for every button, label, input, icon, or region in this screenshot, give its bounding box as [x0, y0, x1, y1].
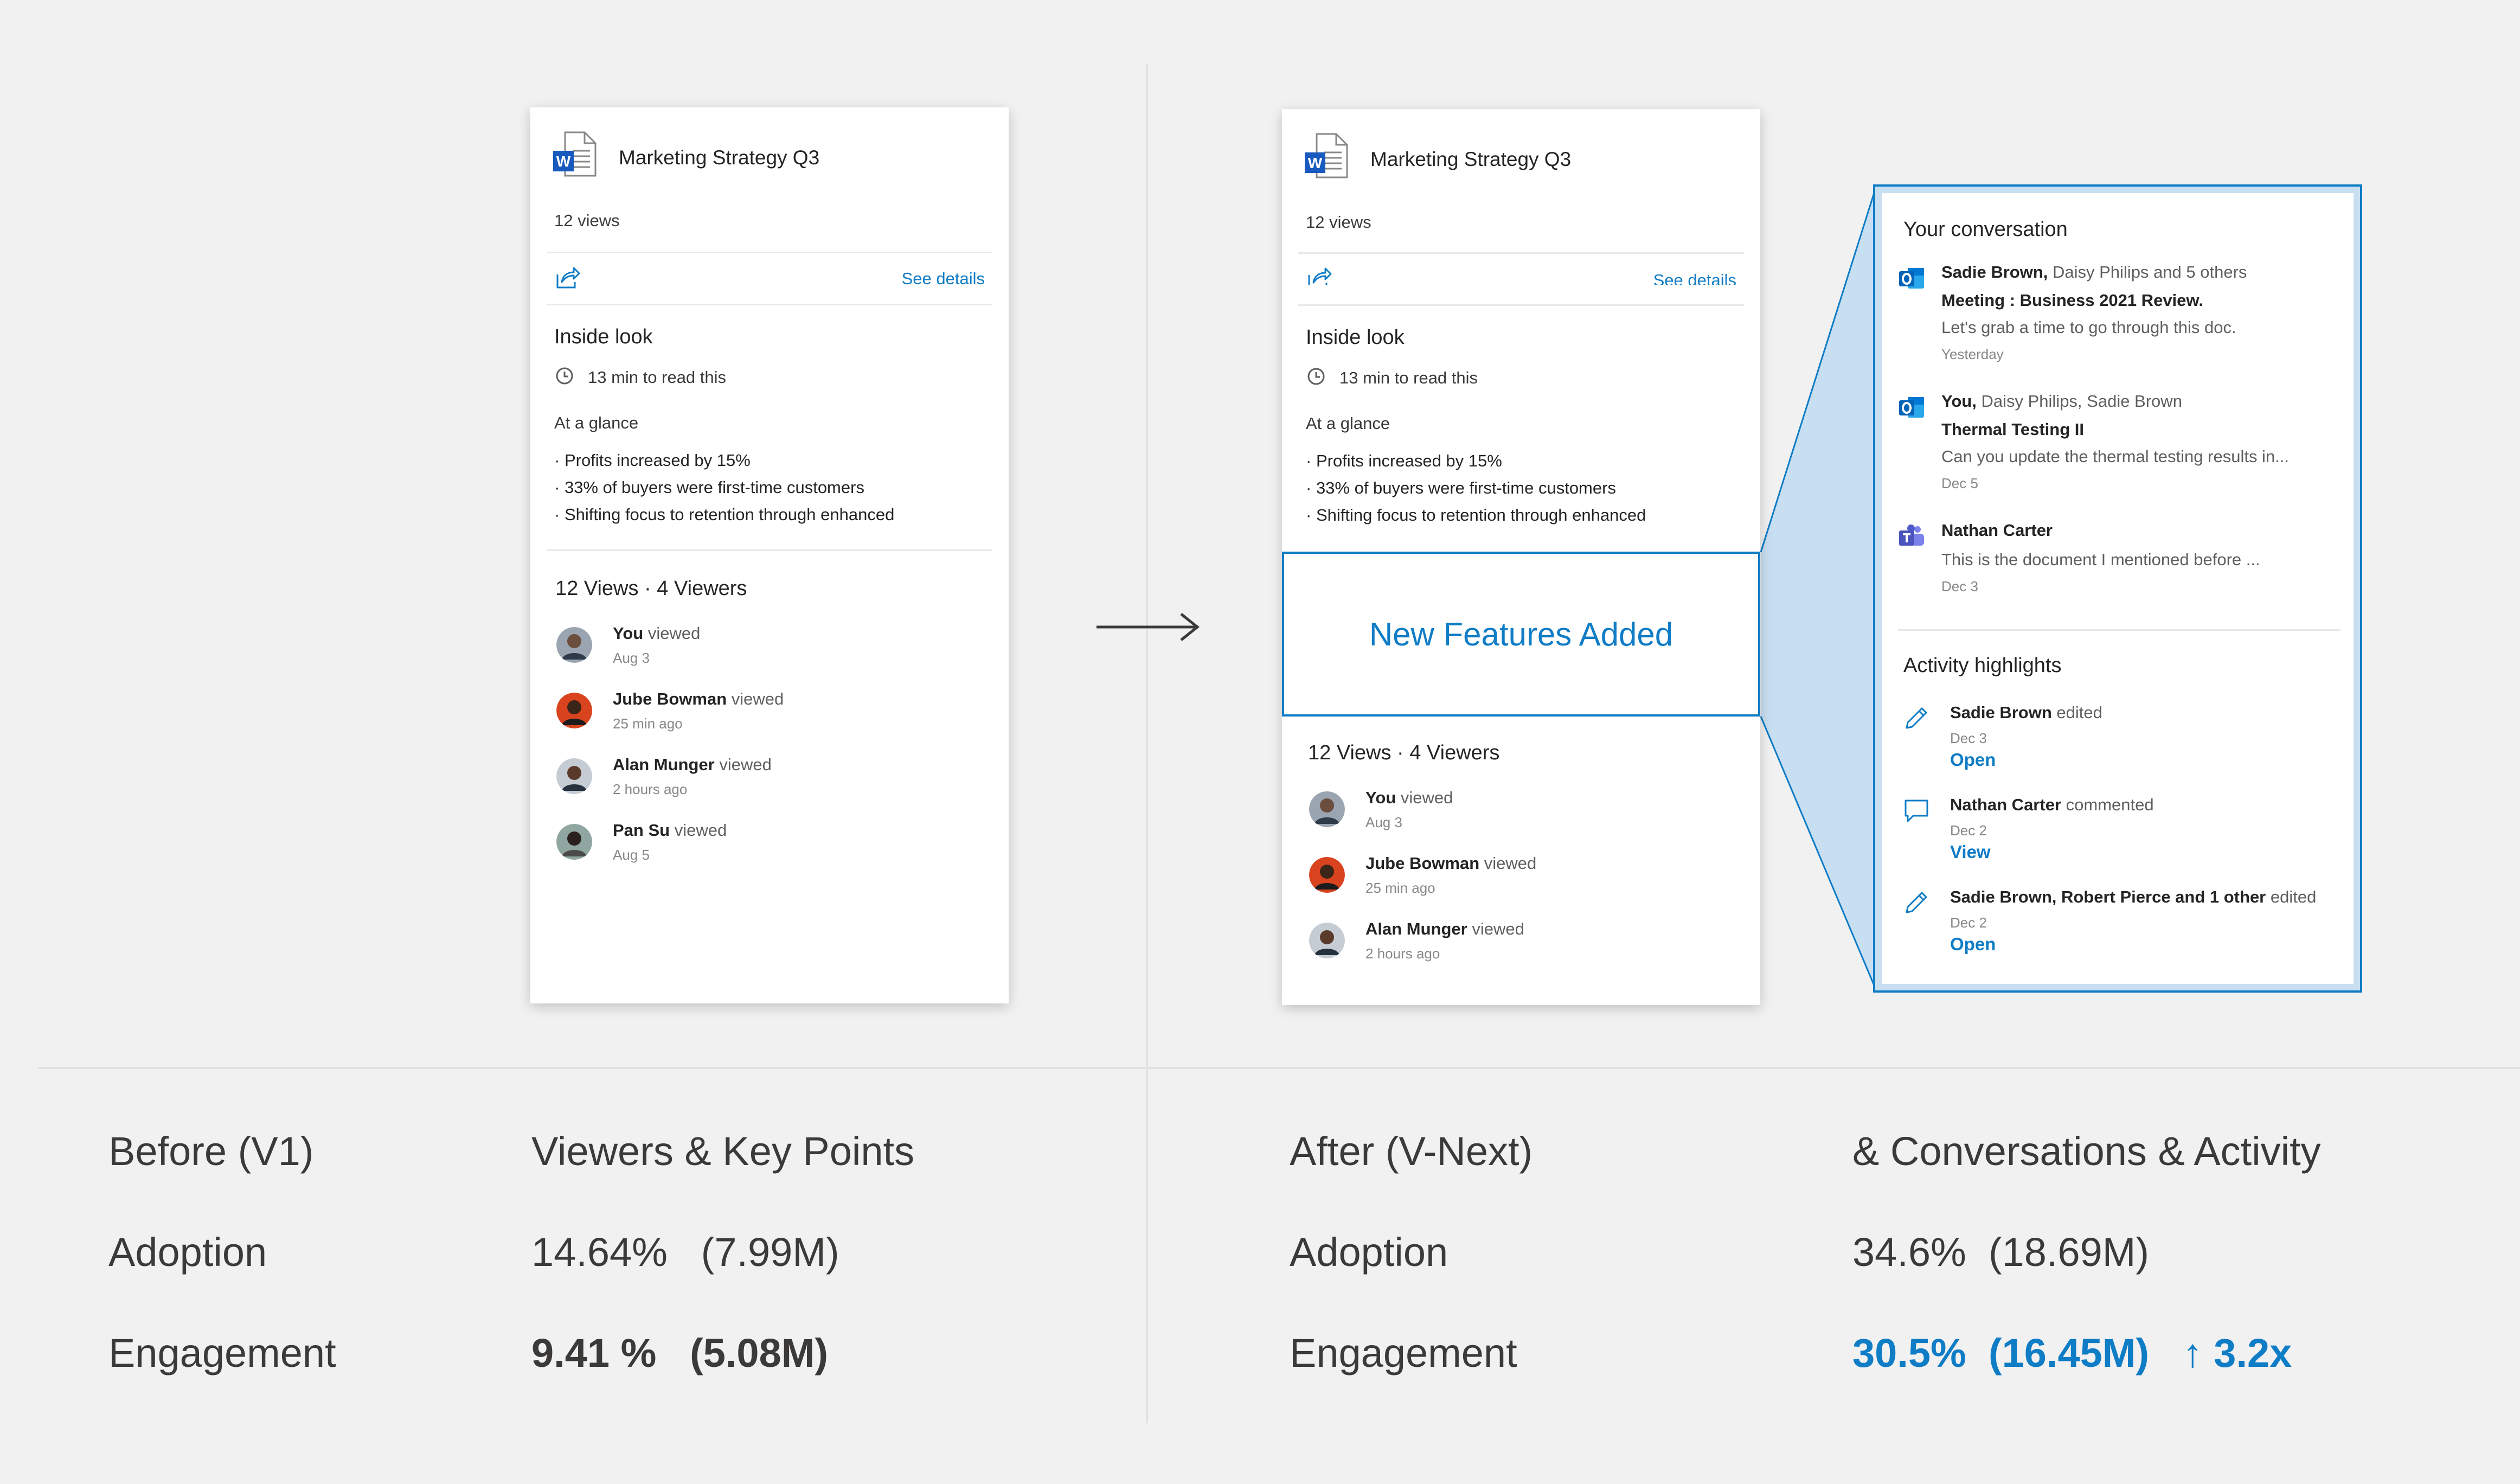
viewer-row[interactable]: You viewed Aug 3: [1309, 788, 1721, 842]
pencil-icon: [1906, 892, 1927, 913]
at-a-glance: At a glance: [1306, 414, 1390, 433]
viewer-row[interactable]: Pan Su viewed Aug 5: [556, 821, 969, 875]
view-link[interactable]: View: [1950, 842, 1991, 862]
adoption-label: Adoption: [1290, 1230, 1448, 1275]
glance-bullets: · Profits increased by 15% · 33% of buye…: [1306, 447, 1646, 529]
activity-item[interactable]: Sadie Brown edited Dec 3 Open: [1898, 703, 2343, 790]
share-icon[interactable]: [1306, 266, 1332, 285]
callout-connector: [1760, 187, 1877, 990]
after-label: After (V-Next): [1290, 1129, 1533, 1174]
after-engagement-value: 30.5% (16.45M) ↑ 3.2x: [1852, 1331, 2292, 1376]
conversation-panel: Your conversation Sadie Brown, Daisy Phi…: [1873, 184, 2362, 993]
avatar: [556, 824, 592, 860]
clock-icon: [556, 367, 573, 385]
word-icon: W: [1305, 133, 1348, 178]
conversation-item[interactable]: Sadie Brown, Daisy Philips and 5 others …: [1898, 263, 2343, 382]
viewer-row[interactable]: Alan Munger viewed 2 hours ago: [556, 755, 969, 809]
separator: [1298, 304, 1744, 306]
engagement-label: Engagement: [1290, 1331, 1517, 1376]
activity-heading: Activity highlights: [1903, 654, 2062, 677]
bullet-item: · 33% of buyers were first-time customer…: [554, 478, 864, 497]
open-link[interactable]: Open: [1950, 934, 1996, 955]
separator: [547, 549, 992, 551]
word-icon: W: [553, 131, 597, 177]
clock-icon: [1307, 368, 1325, 385]
after-description: & Conversations & Activity: [1852, 1129, 2321, 1174]
arrow-right-icon: [1097, 613, 1200, 641]
engagement-label: Engagement: [108, 1331, 336, 1376]
teams-icon: [1899, 524, 1924, 546]
avatar: [1309, 791, 1345, 827]
new-features-box: New Features Added: [1282, 552, 1760, 717]
before-engagement-value: 9.41 % (5.08M): [531, 1331, 829, 1376]
viewer-row[interactable]: Jube Bowman viewed 25 min ago: [556, 689, 969, 744]
viewer-row[interactable]: Jube Bowman viewed 25 min ago: [1309, 854, 1721, 908]
avatar: [556, 758, 592, 794]
conversation-heading: Your conversation: [1903, 218, 2068, 241]
growth-badge: ↑ 3.2x: [2182, 1331, 2292, 1376]
pencil-icon: [1906, 707, 1927, 729]
conversation-item[interactable]: You, Daisy Philips, Sadie Brown Thermal …: [1898, 392, 2343, 511]
separator: [547, 252, 992, 253]
glance-bullets: · Profits increased by 15% · 33% of buye…: [554, 447, 894, 528]
svg-text:W: W: [556, 153, 571, 170]
bullet-item: · Shifting focus to retention through en…: [554, 505, 895, 524]
bullet-item: · Profits increased by 15%: [1306, 451, 1502, 470]
avatar: [556, 627, 592, 663]
avatar: [556, 693, 592, 728]
adoption-label: Adoption: [108, 1230, 267, 1275]
inside-look-heading: Inside look: [554, 325, 653, 348]
vertical-divider: [1146, 64, 1148, 1423]
read-time: 13 min to read this: [588, 368, 727, 387]
see-details-link[interactable]: See details: [1653, 271, 1736, 285]
doc-title[interactable]: Marketing Strategy Q3: [1370, 148, 1571, 171]
views-count: 12 views: [554, 211, 620, 230]
inside-look-heading: Inside look: [1306, 326, 1405, 349]
avatar: [1309, 923, 1345, 958]
viewer-row[interactable]: Alan Munger viewed 2 hours ago: [1309, 919, 1721, 974]
after-adoption-value: 34.6% (18.69M): [1852, 1230, 2150, 1275]
read-time: 13 min to read this: [1339, 368, 1478, 387]
bullet-item: · Profits increased by 15%: [554, 451, 751, 470]
separator: [1898, 629, 2341, 631]
see-details-link[interactable]: See details: [902, 269, 985, 289]
viewers-heading: 12 Views · 4 Viewers: [555, 577, 747, 600]
doc-title[interactable]: Marketing Strategy Q3: [619, 146, 819, 169]
new-features-label: New Features Added: [1369, 616, 1673, 653]
before-card: W Marketing Strategy Q3 12 views See det…: [530, 107, 1009, 1003]
conversation-item[interactable]: Nathan Carter This is the document I men…: [1898, 521, 2343, 607]
views-count: 12 views: [1306, 213, 1371, 232]
after-card: W Marketing Strategy Q3 12 views See det…: [1282, 109, 1760, 1005]
before-label: Before (V1): [108, 1129, 314, 1174]
horizontal-divider: [38, 1067, 2520, 1069]
svg-text:W: W: [1308, 155, 1323, 171]
activity-item[interactable]: Nathan Carter commented Dec 2 View: [1898, 795, 2343, 882]
separator: [1298, 252, 1744, 254]
viewer-row[interactable]: You viewed Aug 3: [556, 624, 969, 678]
activity-item[interactable]: Sadie Brown, Robert Pierce and 1 other e…: [1898, 887, 2343, 974]
separator: [547, 304, 992, 305]
share-icon[interactable]: [554, 266, 580, 290]
before-description: Viewers & Key Points: [531, 1129, 915, 1174]
bullet-item: · 33% of buyers were first-time customer…: [1306, 478, 1616, 497]
avatar: [1309, 857, 1345, 893]
outlook-icon: [1899, 268, 1924, 289]
details-row-clipped: See details: [1282, 266, 1760, 285]
at-a-glance: At a glance: [554, 413, 639, 432]
bullet-item: · Shifting focus to retention through en…: [1306, 506, 1646, 524]
outlook-icon: [1899, 397, 1924, 418]
open-link[interactable]: Open: [1950, 750, 1996, 770]
comment-icon: [1905, 799, 1928, 822]
viewers-heading: 12 Views · 4 Viewers: [1308, 741, 1500, 764]
before-adoption-value: 14.64% (7.99M): [531, 1230, 839, 1275]
